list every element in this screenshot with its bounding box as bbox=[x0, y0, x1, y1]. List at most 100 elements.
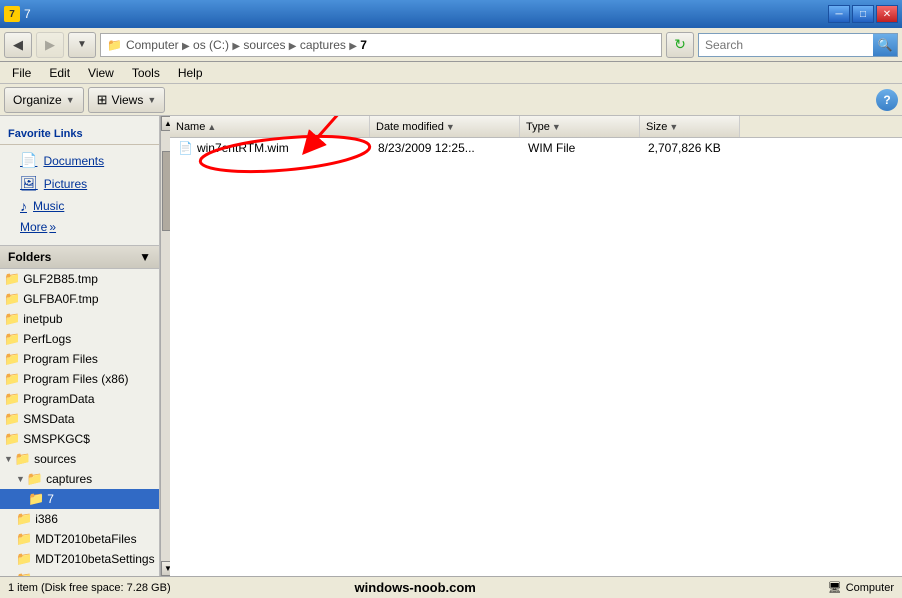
column-headers: Name ▲ Date modified ▼ Type ▼ Size ▼ bbox=[170, 116, 902, 138]
menu-file[interactable]: File bbox=[4, 64, 39, 82]
tree-item[interactable]: 📁 os bbox=[0, 569, 159, 576]
right-panel: Name ▲ Date modified ▼ Type ▼ Size ▼ bbox=[170, 116, 902, 576]
favorites-pictures[interactable]: 🖼 Pictures bbox=[0, 172, 159, 195]
tree-item[interactable]: 📁 ProgramData bbox=[0, 389, 159, 409]
pictures-icon: 🖼 bbox=[20, 175, 38, 192]
menu-help[interactable]: Help bbox=[170, 64, 211, 82]
documents-icon: 📄 bbox=[20, 152, 37, 169]
tree-item[interactable]: 📁 Program Files (x86) bbox=[0, 369, 159, 389]
col-header-size[interactable]: Size ▼ bbox=[640, 116, 740, 137]
left-panel-container: Favorite Links 📄 Documents 🖼 Pictures ♪ … bbox=[0, 116, 170, 576]
title-bar: 7 7 ─ □ ✕ bbox=[0, 0, 902, 28]
tree-item[interactable]: 📁 SMSData bbox=[0, 409, 159, 429]
address-path[interactable]: 📁 Favorite Links Computer ▶ os (C:) ▶ so… bbox=[100, 33, 662, 57]
file-type-cell: WIM File bbox=[524, 141, 644, 155]
folder-icon: 📁 bbox=[4, 411, 20, 427]
folders-header[interactable]: Folders ▼ bbox=[0, 246, 159, 269]
folder-icon: 📁 bbox=[15, 451, 31, 467]
organize-arrow-icon: ▼ bbox=[66, 95, 75, 105]
folder-icon: 📁 bbox=[16, 571, 32, 576]
favorites-documents[interactable]: 📄 Documents bbox=[0, 149, 159, 172]
address-bar: ◀ ▶ ▼ 📁 Favorite Links Computer ▶ os (C:… bbox=[0, 28, 902, 62]
tree-item-captures[interactable]: ▼ 📁 captures bbox=[0, 469, 159, 489]
title-bar-text: 7 bbox=[24, 7, 824, 21]
menu-tools[interactable]: Tools bbox=[124, 64, 168, 82]
music-icon: ♪ bbox=[20, 198, 27, 214]
computer-icon: 🖥 bbox=[828, 581, 842, 594]
app-icon: 7 bbox=[4, 6, 20, 22]
file-date-cell: 8/23/2009 12:25... bbox=[374, 141, 524, 155]
folder-icon: 📁 bbox=[4, 311, 20, 327]
folder-icon: 📁 bbox=[28, 491, 44, 507]
window-controls: ─ □ ✕ bbox=[828, 5, 898, 23]
tree-item[interactable]: 📁 GLFBA0F.tmp bbox=[0, 289, 159, 309]
folder-icon: 📁 bbox=[16, 511, 32, 527]
tree-item[interactable]: 📁 PerfLogs bbox=[0, 329, 159, 349]
forward-button[interactable]: ▶ bbox=[36, 32, 64, 58]
main-layout: Favorite Links 📄 Documents 🖼 Pictures ♪ … bbox=[0, 116, 902, 576]
back-button[interactable]: ◀ bbox=[4, 32, 32, 58]
folder-icon: 📁 bbox=[16, 531, 32, 547]
folder-icon: 📁 bbox=[4, 291, 20, 307]
file-name-cell: 📄 win7entRTM.wim bbox=[174, 141, 374, 155]
tree-item[interactable]: 📁 GLF2B85.tmp bbox=[0, 269, 159, 289]
folders-section: Folders ▼ 📁 GLF2B85.tmp 📁 GLFBA0F.tmp 📁 … bbox=[0, 245, 159, 576]
menu-bar: File Edit View Tools Help bbox=[0, 62, 902, 84]
search-button[interactable]: 🔍 bbox=[873, 34, 897, 56]
path-text: Computer ▶ os (C:) ▶ sources ▶ captures … bbox=[126, 38, 367, 52]
file-size-cell: 2,707,826 KB bbox=[644, 141, 744, 155]
file-icon: 📄 bbox=[178, 141, 193, 155]
tree-item[interactable]: 📁 Program Files bbox=[0, 349, 159, 369]
sort-arrow-icon: ▼ bbox=[669, 122, 678, 132]
folder-icon: 📁 bbox=[27, 471, 43, 487]
left-panel: Favorite Links 📄 Documents 🖼 Pictures ♪ … bbox=[0, 116, 160, 576]
status-bar: 1 item (Disk free space: 7.28 GB) window… bbox=[0, 576, 902, 598]
col-header-name[interactable]: Name ▲ bbox=[170, 116, 370, 137]
close-button[interactable]: ✕ bbox=[876, 5, 898, 23]
search-box[interactable]: 🔍 bbox=[698, 33, 898, 57]
folder-icon: 📁 bbox=[4, 391, 20, 407]
folder-icon: 📁 bbox=[4, 271, 20, 287]
folders-arrow-icon: ▼ bbox=[139, 250, 151, 264]
refresh-button[interactable]: ↻ bbox=[666, 32, 694, 58]
file-list: 📄 win7entRTM.wim 8/23/2009 12:25... WIM … bbox=[170, 138, 902, 576]
help-button[interactable]: ? bbox=[876, 89, 898, 111]
folder-icon: 📁 bbox=[4, 331, 20, 347]
more-arrow-icon: » bbox=[49, 220, 56, 234]
organize-button[interactable]: Organize ▼ bbox=[4, 87, 84, 113]
folder-icon: 📁 bbox=[16, 551, 32, 567]
search-input[interactable] bbox=[699, 34, 873, 56]
toolbar: Organize ▼ ⊞ Views ▼ ? bbox=[0, 84, 902, 116]
tree-item[interactable]: 📁 MDT2010betaSettings bbox=[0, 549, 159, 569]
file-row[interactable]: 📄 win7entRTM.wim 8/23/2009 12:25... WIM … bbox=[170, 138, 902, 158]
more-link[interactable]: More » bbox=[0, 217, 159, 237]
tree-item[interactable]: 📁 inetpub bbox=[0, 309, 159, 329]
menu-view[interactable]: View bbox=[80, 64, 122, 82]
tree-item[interactable]: 📁 MDT2010betaFiles bbox=[0, 529, 159, 549]
tree-item-sources[interactable]: ▼ 📁 sources bbox=[0, 449, 159, 469]
views-button[interactable]: ⊞ Views ▼ bbox=[88, 87, 166, 113]
folder-icon: 📁 bbox=[4, 351, 20, 367]
col-header-date[interactable]: Date modified ▼ bbox=[370, 116, 520, 137]
favorites-music[interactable]: ♪ Music bbox=[0, 195, 159, 217]
views-arrow-icon: ▼ bbox=[147, 95, 156, 105]
status-site-label: windows-noob.com bbox=[355, 580, 476, 595]
tree-item-7[interactable]: 📁 7 bbox=[0, 489, 159, 509]
computer-button[interactable]: 🖥 Computer bbox=[828, 581, 894, 594]
tree-item[interactable]: 📁 SMSPKGC$ bbox=[0, 429, 159, 449]
minimize-button[interactable]: ─ bbox=[828, 5, 850, 23]
folder-icon: 📁 bbox=[4, 371, 20, 387]
sort-arrow-icon: ▲ bbox=[207, 122, 216, 132]
path-folder-icon: 📁 bbox=[107, 38, 122, 52]
favorites-section: Favorite Links 📄 Documents 🖼 Pictures ♪ … bbox=[0, 116, 159, 245]
favorites-title: Favorite Links bbox=[0, 124, 159, 145]
tree-item[interactable]: 📁 i386 bbox=[0, 509, 159, 529]
maximize-button[interactable]: □ bbox=[852, 5, 874, 23]
content-area: Name ▲ Date modified ▼ Type ▼ Size ▼ bbox=[170, 116, 902, 576]
recent-locations-button[interactable]: ▼ bbox=[68, 32, 96, 58]
sort-arrow-icon: ▼ bbox=[446, 122, 455, 132]
col-header-type[interactable]: Type ▼ bbox=[520, 116, 640, 137]
sort-arrow-icon: ▼ bbox=[552, 122, 561, 132]
menu-edit[interactable]: Edit bbox=[41, 64, 78, 82]
expand-icon: ▼ bbox=[16, 474, 25, 484]
